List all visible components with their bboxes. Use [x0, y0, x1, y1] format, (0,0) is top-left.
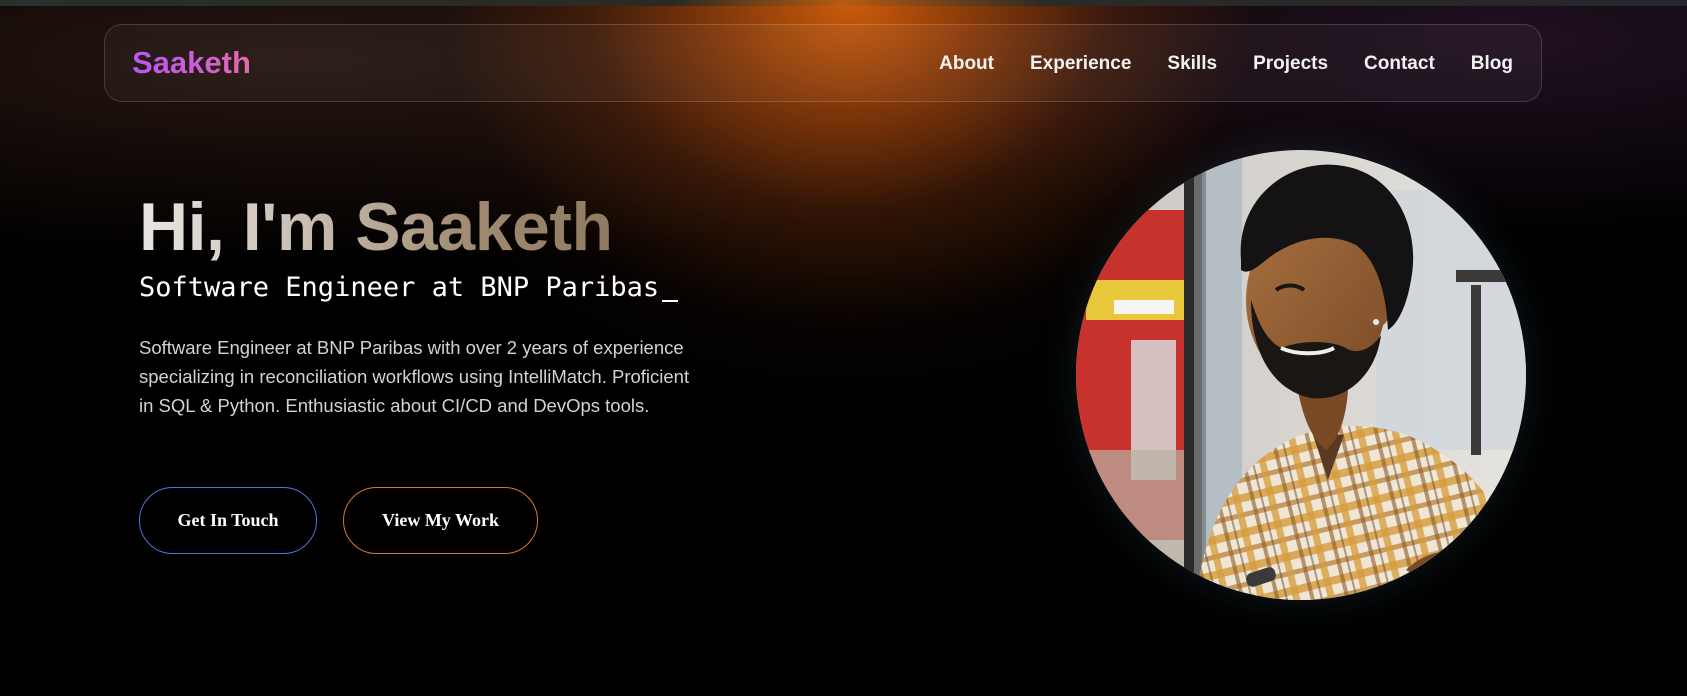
hero-title: Hi, I'm Saaketh	[139, 189, 613, 265]
nav-link-projects[interactable]: Projects	[1253, 53, 1328, 75]
profile-photo-illustration	[1076, 150, 1526, 600]
nav-link-about[interactable]: About	[939, 53, 994, 75]
typing-cursor	[662, 274, 679, 302]
nav-link-skills[interactable]: Skills	[1167, 53, 1217, 75]
logo[interactable]: Saaketh	[132, 45, 251, 81]
nav-link-experience[interactable]: Experience	[1030, 53, 1131, 75]
hero-subtitle: Software Engineer at BNP Paribas	[139, 272, 679, 303]
hero-description: Software Engineer at BNP Paribas with ov…	[139, 337, 690, 416]
hero-subtitle-text: Software Engineer at BNP Paribas	[139, 272, 660, 303]
nav-link-blog[interactable]: Blog	[1471, 53, 1513, 75]
get-in-touch-button[interactable]: Get In Touch	[139, 487, 317, 554]
top-strip	[0, 0, 1687, 6]
portfolio-page: Saaketh About Experience Skills Projects…	[0, 0, 1687, 696]
nav-links: About Experience Skills Projects Contact…	[939, 53, 1513, 75]
navbar: Saaketh About Experience Skills Projects…	[104, 24, 1542, 102]
view-my-work-button[interactable]: View My Work	[343, 487, 538, 554]
profile-photo	[1076, 150, 1526, 600]
nav-link-contact[interactable]: Contact	[1364, 53, 1435, 75]
